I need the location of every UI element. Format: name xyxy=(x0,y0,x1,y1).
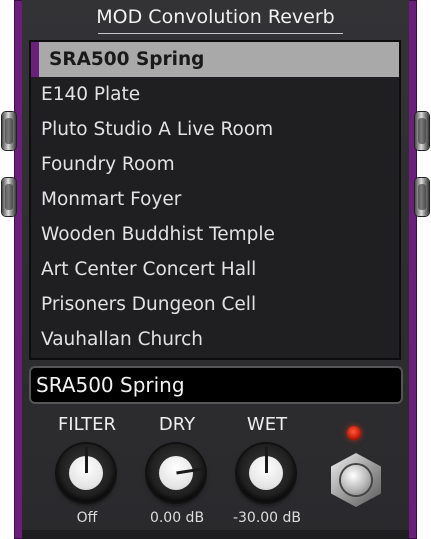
wet-control: WET -30.00 dB xyxy=(222,414,312,532)
wet-label: WET xyxy=(246,414,288,435)
title-bar: MOD Convolution Reverb xyxy=(22,0,409,38)
title-underline xyxy=(98,33,343,34)
dry-control: DRY 0.00 dB xyxy=(132,414,222,532)
plugin-title: MOD Convolution Reverb xyxy=(96,6,335,28)
footswitch-icon xyxy=(341,465,371,495)
dry-value: 0.00 dB xyxy=(149,510,205,526)
list-item[interactable]: Art Center Concert Hall xyxy=(31,252,399,287)
impulse-response-list[interactable]: SRA500 Spring E140 Plate Pluto Studio A … xyxy=(29,40,401,360)
input-jack-icon[interactable] xyxy=(2,112,16,150)
list-item[interactable]: Monmart Foyer xyxy=(31,182,399,217)
filter-knob[interactable] xyxy=(57,444,115,502)
input-jack-icon[interactable] xyxy=(2,178,16,216)
wet-knob[interactable] xyxy=(237,444,295,502)
list-item[interactable]: E140 Plate xyxy=(31,77,399,112)
output-jack-icon[interactable] xyxy=(415,112,429,150)
filter-value: Off xyxy=(76,510,98,526)
list-item[interactable]: Foundry Room xyxy=(31,147,399,182)
led-indicator-icon xyxy=(347,426,361,440)
knob-pointer xyxy=(84,447,88,473)
list-item[interactable]: Wooden Buddhist Temple xyxy=(31,217,399,252)
bottom-edge xyxy=(22,530,409,539)
list-item[interactable]: Pluto Studio A Live Room xyxy=(31,112,399,147)
bypass-footswitch[interactable] xyxy=(331,453,381,507)
list-item[interactable]: Prisoners Dungeon Cell xyxy=(31,287,399,322)
dry-label: DRY xyxy=(158,414,196,435)
knob-pointer xyxy=(264,447,268,473)
dry-knob[interactable] xyxy=(147,444,205,502)
list-item[interactable]: SRA500 Spring xyxy=(31,42,399,77)
filter-control: FILTER Off xyxy=(42,414,132,532)
wet-value: -30.00 dB xyxy=(232,510,302,526)
list-item[interactable]: Vauhallan Church xyxy=(31,322,399,357)
filter-label: FILTER xyxy=(57,414,117,435)
current-ir-display: SRA500 Spring xyxy=(29,366,403,404)
output-jack-icon[interactable] xyxy=(415,178,429,216)
